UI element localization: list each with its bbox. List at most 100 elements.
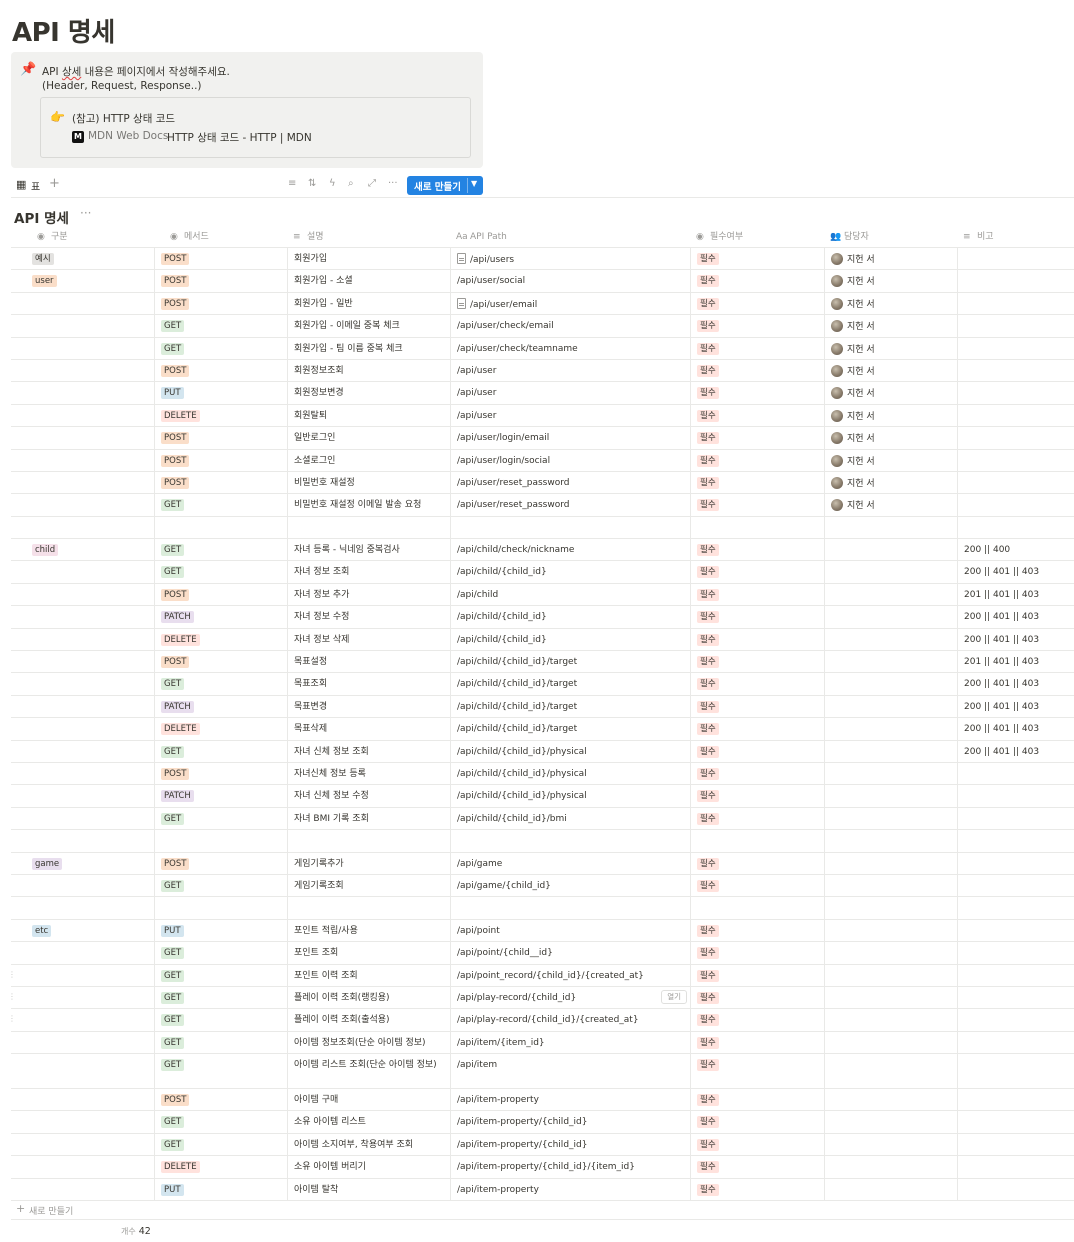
cell-required[interactable]: 필수 xyxy=(690,651,824,673)
cell-description[interactable]: 자녀 정보 추가 xyxy=(287,583,450,606)
cell-api-path[interactable]: /api/item-property xyxy=(450,1178,690,1201)
cell-api-path[interactable]: /api/user xyxy=(450,382,690,404)
api-path-text[interactable]: /api/user/social xyxy=(457,276,525,286)
cell-group[interactable] xyxy=(11,405,154,426)
cell-note[interactable] xyxy=(957,919,1074,942)
cell-method[interactable]: DELETE xyxy=(154,404,287,427)
cell-api-path[interactable]: /api/item xyxy=(450,1054,690,1089)
cell-owner[interactable]: 지헌 서 xyxy=(824,449,957,471)
table-row[interactable]: GET 포인트 조회/api/point/{child__id} 필수 xyxy=(11,942,1074,965)
cell-method[interactable]: GET xyxy=(154,807,287,830)
cell-required[interactable]: 필수 xyxy=(690,852,824,874)
column-header-path[interactable]: Aa API Path xyxy=(450,226,690,248)
cell-group[interactable] xyxy=(11,584,154,605)
cell-group[interactable] xyxy=(11,1054,154,1088)
cell-method[interactable]: POST xyxy=(154,1089,287,1111)
cell-owner[interactable]: 지헌 서 xyxy=(824,270,957,292)
cell-api-path[interactable]: /api/item-property xyxy=(450,1089,690,1111)
cell-method[interactable]: POST xyxy=(154,762,287,785)
cell-note[interactable] xyxy=(957,1089,1074,1111)
expand-icon[interactable]: ⤢ xyxy=(368,178,376,189)
cell-owner[interactable] xyxy=(824,942,957,964)
cell-required[interactable]: 필수 xyxy=(690,449,824,471)
table-row[interactable]: DELETE 소유 아이템 버리기/api/item-property/{chil… xyxy=(11,1156,1074,1179)
api-path-text[interactable]: /api/child/check/nickname xyxy=(457,545,574,555)
cell-group[interactable] xyxy=(11,808,154,829)
api-path-text[interactable]: /api/item-property/{child_id} xyxy=(457,1117,587,1127)
cell-api-path[interactable] xyxy=(450,830,690,852)
cell-owner[interactable] xyxy=(824,1111,957,1133)
cell-note[interactable] xyxy=(957,516,1074,539)
cell-required[interactable]: 필수 xyxy=(690,718,824,740)
cell-api-path[interactable]: /api/users xyxy=(450,248,690,270)
cell-note[interactable] xyxy=(957,785,1074,807)
table-row[interactable]: GET 아이템 정보조회(단순 아이템 정보) /api/item/{item_id… xyxy=(11,1031,1074,1055)
cell-required[interactable]: 필수 xyxy=(690,404,824,427)
cell-owner[interactable] xyxy=(824,740,957,762)
cell-description[interactable]: 목표설정 xyxy=(287,651,450,673)
cell-description[interactable]: 게임기록추가 xyxy=(287,852,450,874)
cell-required[interactable]: 필수 xyxy=(690,494,824,516)
cell-group[interactable] xyxy=(11,517,154,538)
api-path-text[interactable]: /api/point/{child__id} xyxy=(457,948,553,958)
cell-group[interactable] xyxy=(11,1179,154,1200)
api-path-text[interactable]: /api/point_record/{child_id}/{created_at… xyxy=(457,971,644,981)
cell-note[interactable] xyxy=(957,359,1074,382)
cell-required[interactable]: 필수 xyxy=(690,785,824,807)
new-row-button[interactable]: + 새로 만들기 xyxy=(11,1200,1074,1220)
cell-description[interactable]: 회원가입 xyxy=(287,248,450,270)
api-path-text[interactable]: /api/point xyxy=(457,926,500,936)
table-row[interactable]: DELETE 자녀 정보 삭제/api/child/{child_id} 필수 200… xyxy=(11,628,1074,652)
table-row[interactable]: POST 소셜로그인/api/user/login/social 필수 지헌 서 xyxy=(11,449,1074,472)
cell-required[interactable]: 필수 xyxy=(690,561,824,583)
api-path-text[interactable]: /api/child xyxy=(457,590,498,600)
cell-api-path[interactable]: /api/item-property/{child_id}/{item_id} xyxy=(450,1156,690,1178)
cell-description[interactable]: 포인트 적립/사용 xyxy=(287,919,450,942)
cell-required[interactable]: 필수 xyxy=(690,695,824,718)
cell-method[interactable]: GET xyxy=(154,740,287,762)
table-row[interactable]: GET 회원가입 - 이메일 중복 체크/api/user/check/email… xyxy=(11,315,1074,338)
cell-description[interactable]: 비밀번호 재설정 xyxy=(287,471,450,494)
api-path-text[interactable]: /api/play-record/{child_id} xyxy=(457,993,576,1003)
cell-owner[interactable] xyxy=(824,695,957,718)
cell-description[interactable]: 자녀 정보 삭제 xyxy=(287,628,450,651)
cell-note[interactable] xyxy=(957,248,1074,270)
chevron-down-icon[interactable]: ▼ xyxy=(471,179,477,188)
api-path-text[interactable]: /api/user/check/email xyxy=(457,321,554,331)
table-row[interactable]: POST 회원가입 - 일반/api/user/email 필수 지헌 서 xyxy=(11,292,1074,316)
table-row[interactable]: GET 비밀번호 재설정 이메일 발송 요청/api/user/reset_pas… xyxy=(11,494,1074,517)
table-row[interactable]: child GET 자녀 등록 - 닉네임 중복검사/api/child/check… xyxy=(11,539,1074,562)
cell-api-path[interactable]: /api/child/{child_id} xyxy=(450,606,690,628)
cell-method[interactable]: POST xyxy=(154,471,287,494)
table-row[interactable]: PATCH 목표변경/api/child/{child_id}/target 필수 2… xyxy=(11,695,1074,719)
cell-required[interactable]: 필수 xyxy=(690,942,824,964)
cell-note[interactable] xyxy=(957,830,1074,852)
api-path-text[interactable]: /api/play-record/{child_id}/{created_at} xyxy=(457,1015,639,1025)
cell-api-path[interactable]: /api/user/login/social xyxy=(450,449,690,471)
cell-method[interactable]: GET xyxy=(154,986,287,1009)
cell-method[interactable]: PUT xyxy=(154,919,287,942)
cell-method[interactable]: GET xyxy=(154,1031,287,1054)
cell-owner[interactable]: 지헌 서 xyxy=(824,471,957,494)
table-row[interactable]: PATCH 자녀 신체 정보 수정/api/child/{child_id}/ph… xyxy=(11,785,1074,808)
cell-note[interactable] xyxy=(957,1009,1074,1031)
cell-description[interactable]: 아이템 구매 xyxy=(287,1089,450,1111)
cell-description[interactable]: 포인트 이력 조회 xyxy=(287,964,450,986)
add-view-button[interactable]: + xyxy=(49,176,60,191)
cell-description[interactable]: 게임기록조회 xyxy=(287,874,450,897)
more-icon[interactable]: ··· xyxy=(80,206,91,220)
cell-note[interactable] xyxy=(957,404,1074,427)
cell-group[interactable]: ⋮⋮ xyxy=(11,987,154,1008)
cell-group[interactable]: ⋮⋮ xyxy=(11,1009,154,1030)
table-row[interactable]: ⋮⋮ GET 플레이 이력 조회(랭킹용) /api/play-record/{chi… xyxy=(11,986,1074,1010)
column-header-required[interactable]: ◉ 필수여부 xyxy=(690,226,824,248)
cell-method[interactable]: POST xyxy=(154,651,287,673)
cell-owner[interactable] xyxy=(824,986,957,1009)
cell-owner[interactable] xyxy=(824,539,957,561)
cell-owner[interactable] xyxy=(824,785,957,807)
cell-group[interactable]: game xyxy=(11,853,154,874)
api-path-text[interactable]: /api/user xyxy=(457,366,496,376)
cell-required[interactable]: 필수 xyxy=(690,1009,824,1031)
cell-group[interactable] xyxy=(11,718,154,739)
cell-note[interactable]: 200 || 401 || 403 xyxy=(957,718,1074,740)
